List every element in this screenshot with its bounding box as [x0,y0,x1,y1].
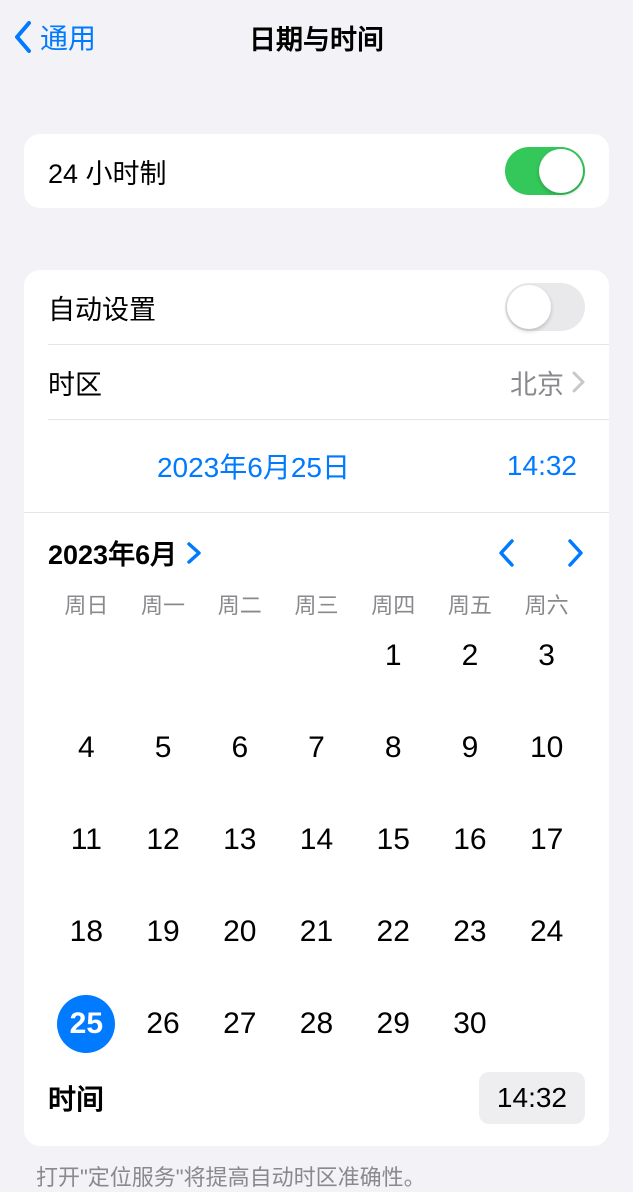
timezone-row[interactable]: 时区 北京 [24,345,609,419]
prev-month-button[interactable] [497,538,517,568]
back-label: 通用 [40,17,96,57]
day-cell[interactable]: 4 [48,716,125,780]
twenty-four-hour-label: 24 小时制 [48,152,167,191]
timezone-label: 时区 [48,363,102,402]
weekday-label: 周六 [508,588,585,620]
day-cell[interactable]: 29 [355,992,432,1056]
day-cell[interactable]: 24 [508,900,585,964]
day-cell[interactable]: 19 [125,900,202,964]
weekday-label: 周一 [125,588,202,620]
time-label: 时间 [48,1078,104,1118]
month-picker-button[interactable]: 2023年6月 [48,533,201,572]
day-cell[interactable]: 11 [48,808,125,872]
twenty-four-hour-toggle[interactable] [505,147,585,195]
weekday-label: 周五 [432,588,509,620]
day-cell[interactable]: 9 [432,716,509,780]
auto-set-toggle[interactable] [505,283,585,331]
day-cell[interactable]: 10 [508,716,585,780]
timezone-value: 北京 [510,363,564,402]
selected-date-button[interactable]: 2023年6月25日 [24,446,483,486]
next-month-button[interactable] [565,538,585,568]
chevron-right-icon [572,371,585,393]
day-cell[interactable]: 20 [201,900,278,964]
day-blank [125,624,202,688]
day-cell[interactable]: 16 [432,808,509,872]
month-title-label: 2023年6月 [48,533,177,572]
day-cell[interactable]: 8 [355,716,432,780]
weekday-label: 周日 [48,588,125,620]
day-cell[interactable]: 17 [508,808,585,872]
day-cell[interactable]: 27 [201,992,278,1056]
chevron-right-icon [187,542,201,564]
day-cell[interactable]: 23 [432,900,509,964]
back-button[interactable]: 通用 [0,17,96,57]
day-cell[interactable]: 14 [278,808,355,872]
day-cell[interactable]: 1 [355,624,432,688]
day-cell[interactable]: 21 [278,900,355,964]
day-cell[interactable]: 7 [278,716,355,780]
day-cell[interactable]: 5 [125,716,202,780]
day-cell[interactable]: 2 [432,624,509,688]
day-cell[interactable]: 26 [125,992,202,1056]
weekday-label: 周四 [355,588,432,620]
chevron-left-icon [14,21,34,53]
weekday-label: 周三 [278,588,355,620]
time-picker-button[interactable]: 14:32 [479,1072,585,1124]
day-cell[interactable]: 3 [508,624,585,688]
day-cell[interactable]: 25 [48,992,125,1056]
day-cell[interactable]: 18 [48,900,125,964]
day-cell[interactable]: 15 [355,808,432,872]
day-blank [201,624,278,688]
day-blank [278,624,355,688]
day-cell[interactable]: 12 [125,808,202,872]
day-cell[interactable]: 13 [201,808,278,872]
day-cell[interactable]: 28 [278,992,355,1056]
auto-set-label: 自动设置 [48,288,156,327]
footer-note: 打开"定位服务"将提高自动时区准确性。 [36,1160,597,1192]
page-title: 日期与时间 [249,18,384,57]
day-cell[interactable]: 30 [432,992,509,1056]
selected-time-button[interactable]: 14:32 [483,450,601,482]
day-cell[interactable]: 22 [355,900,432,964]
day-cell[interactable]: 6 [201,716,278,780]
day-blank [48,624,125,688]
weekday-label: 周二 [201,588,278,620]
